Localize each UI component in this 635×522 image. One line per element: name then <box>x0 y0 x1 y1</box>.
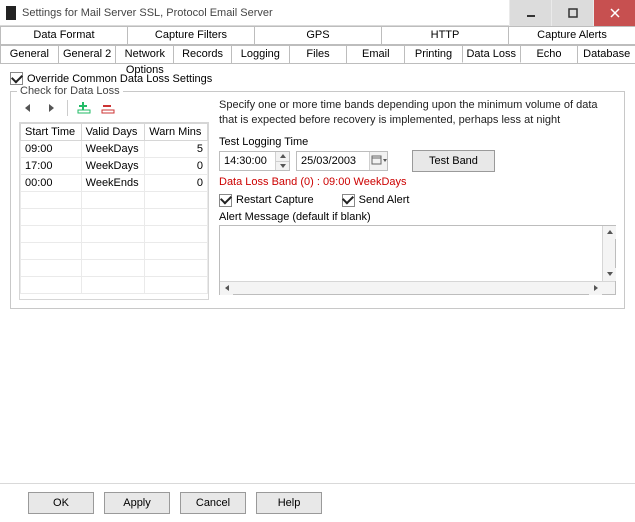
send-alert-checkbox[interactable] <box>342 194 355 207</box>
test-logging-time-label: Test Logging Time <box>219 136 616 148</box>
app-icon <box>6 6 16 20</box>
table-row[interactable]: 17:00WeekDays0 <box>21 158 208 175</box>
add-band-icon[interactable] <box>76 100 92 116</box>
table-row[interactable]: 00:00WeekEnds0 <box>21 175 208 192</box>
close-button[interactable] <box>593 0 635 26</box>
minimize-button[interactable] <box>509 0 551 26</box>
col-valid-days[interactable]: Valid Days <box>81 124 145 141</box>
result-line: Data Loss Band (0) : 09:00 WeekDays <box>219 176 616 188</box>
test-time-input[interactable] <box>220 152 275 170</box>
horizontal-scrollbar[interactable] <box>220 281 615 294</box>
description-text: Specify one or more time bands depending… <box>219 98 616 128</box>
help-button[interactable]: Help <box>256 492 322 514</box>
table-row[interactable] <box>21 226 208 243</box>
tab-capture-alerts[interactable]: Capture Alerts <box>508 26 635 44</box>
test-date-input[interactable] <box>297 152 369 170</box>
restart-capture-label: Restart Capture <box>236 194 314 206</box>
table-row[interactable] <box>21 192 208 209</box>
toolbar-separator <box>67 100 68 116</box>
test-time-spinner[interactable] <box>219 151 290 171</box>
band-toolbar <box>19 98 209 118</box>
tab-email[interactable]: Email <box>346 45 405 63</box>
prev-band-icon[interactable] <box>19 100 35 116</box>
send-alert-label: Send Alert <box>359 194 410 206</box>
check-data-loss-group: Check for Data Loss Start Time Valid Day… <box>10 91 625 309</box>
titlebar: Settings for Mail Server SSL, Protocol E… <box>0 0 635 26</box>
test-band-button[interactable]: Test Band <box>412 150 495 172</box>
alert-message-textarea[interactable] <box>219 225 616 295</box>
tabs-row-1: Data Format Capture Filters GPS HTTP Cap… <box>0 26 635 45</box>
tab-database[interactable]: Database <box>577 45 635 63</box>
tab-echo[interactable]: Echo <box>520 45 579 63</box>
tab-printing[interactable]: Printing <box>404 45 463 63</box>
scroll-up-icon[interactable] <box>603 226 616 239</box>
tab-network-options[interactable]: Network Options <box>115 45 174 63</box>
override-checkbox[interactable] <box>10 72 23 85</box>
cancel-button[interactable]: Cancel <box>180 492 246 514</box>
tab-general[interactable]: General <box>0 45 59 63</box>
restart-capture-checkbox[interactable] <box>219 194 232 207</box>
tab-data-loss[interactable]: Data Loss <box>462 45 521 63</box>
tab-general-2[interactable]: General 2 <box>58 45 117 63</box>
col-warn-mins[interactable]: Warn Mins <box>145 124 208 141</box>
next-band-icon[interactable] <box>43 100 59 116</box>
tab-records[interactable]: Records <box>173 45 232 63</box>
fieldset-legend: Check for Data Loss <box>17 85 123 97</box>
table-row[interactable] <box>21 209 208 226</box>
table-row[interactable] <box>21 277 208 294</box>
tab-data-format[interactable]: Data Format <box>0 26 128 44</box>
tabs-row-2: General General 2 Network Options Record… <box>0 45 635 64</box>
ok-button[interactable]: OK <box>28 492 94 514</box>
test-date-picker[interactable] <box>296 151 388 171</box>
tab-capture-filters[interactable]: Capture Filters <box>127 26 255 44</box>
tab-http[interactable]: HTTP <box>381 26 509 44</box>
remove-band-icon[interactable] <box>100 100 116 116</box>
table-row[interactable] <box>21 260 208 277</box>
bands-table[interactable]: Start Time Valid Days Warn Mins 09:00Wee… <box>19 122 209 300</box>
table-row[interactable]: 09:00WeekDays5 <box>21 141 208 158</box>
col-start-time[interactable]: Start Time <box>21 124 82 141</box>
tab-gps[interactable]: GPS <box>254 26 382 44</box>
maximize-button[interactable] <box>551 0 593 26</box>
override-label: Override Common Data Loss Settings <box>27 73 212 85</box>
tab-logging[interactable]: Logging <box>231 45 290 63</box>
scroll-down-icon[interactable] <box>603 268 616 281</box>
calendar-dropdown-icon[interactable] <box>369 152 387 170</box>
table-row[interactable] <box>21 243 208 260</box>
apply-button[interactable]: Apply <box>104 492 170 514</box>
scroll-right-icon[interactable] <box>589 282 602 295</box>
window-title: Settings for Mail Server SSL, Protocol E… <box>22 7 509 19</box>
vertical-scrollbar[interactable] <box>602 226 615 281</box>
spin-up-icon[interactable] <box>275 152 289 161</box>
spin-down-icon[interactable] <box>275 161 289 170</box>
scroll-left-icon[interactable] <box>220 282 233 295</box>
tab-files[interactable]: Files <box>289 45 348 63</box>
dialog-buttons: OK Apply Cancel Help <box>0 483 635 514</box>
alert-message-label: Alert Message (default if blank) <box>219 211 616 223</box>
